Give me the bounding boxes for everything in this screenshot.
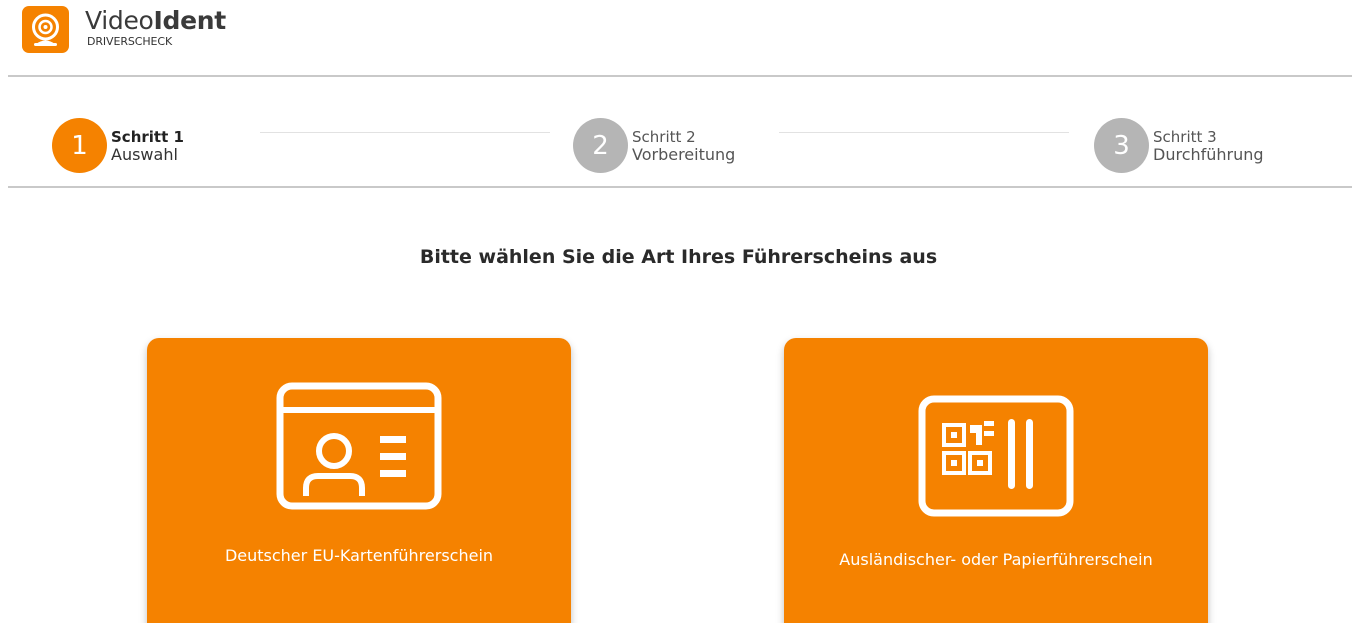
page-title: Bitte wählen Sie die Art Ihres Führersch… bbox=[419, 246, 938, 268]
brand-subtitle: DRIVERSCHECK bbox=[87, 35, 173, 48]
id-card-icon bbox=[276, 382, 442, 510]
step-3: 3 Schritt 3 Durchführung bbox=[1094, 118, 1264, 173]
step-number: 1 bbox=[52, 118, 107, 173]
step-subtitle: Vorbereitung bbox=[632, 144, 736, 164]
brand-name: VideoIdent bbox=[85, 6, 226, 35]
webcam-icon bbox=[22, 6, 69, 53]
option-card-foreign-license[interactable]: Ausländischer- oder Papierführerschein bbox=[784, 338, 1208, 623]
step-title: Schritt 1 bbox=[111, 127, 184, 146]
step-subtitle: Durchführung bbox=[1153, 144, 1264, 164]
option-label: Ausländischer- oder Papierführerschein bbox=[839, 550, 1153, 569]
step-title: Schritt 3 bbox=[1153, 127, 1217, 146]
logo: VideoIdent DRIVERSCHECK bbox=[22, 6, 226, 53]
step-2: 2 Schritt 2 Vorbereitung bbox=[573, 118, 735, 173]
step-subtitle: Auswahl bbox=[111, 144, 178, 164]
option-card-eu-license[interactable]: Deutscher EU-Kartenführerschein bbox=[147, 338, 571, 623]
step-connector bbox=[779, 132, 1069, 133]
header-divider bbox=[8, 75, 1352, 77]
step-1: 1 Schritt 1 Auswahl bbox=[52, 118, 184, 173]
stepper-divider bbox=[8, 186, 1352, 188]
step-title: Schritt 2 bbox=[632, 127, 696, 146]
option-label: Deutscher EU-Kartenführerschein bbox=[224, 546, 494, 565]
step-number: 2 bbox=[573, 118, 628, 173]
step-number: 3 bbox=[1094, 118, 1149, 173]
page: VideoIdent DRIVERSCHECK 1 Schritt 1 Ausw… bbox=[0, 0, 1357, 623]
step-connector bbox=[260, 132, 550, 133]
qr-document-icon bbox=[918, 395, 1074, 517]
